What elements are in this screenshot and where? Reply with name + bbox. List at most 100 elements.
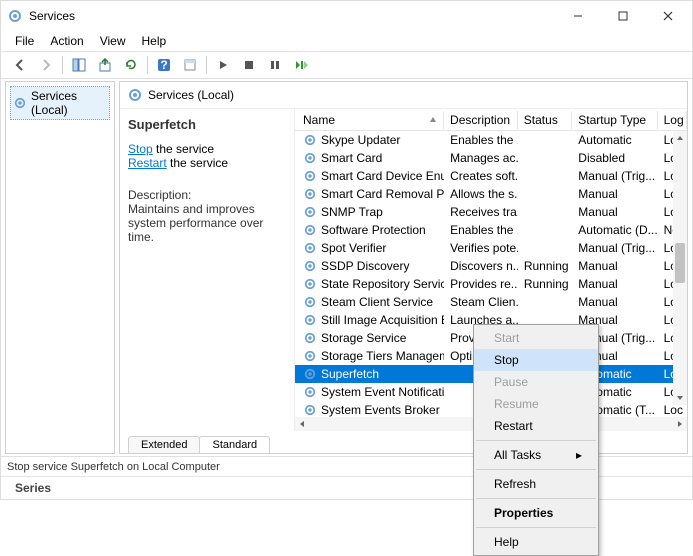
titlebar: Services: [1, 1, 692, 31]
service-row[interactable]: Smart Card Removal PolicyAllows the s...…: [295, 185, 687, 203]
service-row[interactable]: State Repository ServiceProvides re...Ru…: [295, 275, 687, 293]
col-name[interactable]: Name: [297, 111, 444, 129]
minimize-button[interactable]: [555, 2, 600, 30]
col-logon[interactable]: Log: [658, 111, 687, 129]
maximize-button[interactable]: [600, 2, 645, 30]
col-startup[interactable]: Startup Type: [572, 111, 657, 129]
cell-startup: Automatic (D...: [572, 223, 657, 237]
restart-service-link[interactable]: Restart: [128, 156, 167, 170]
show-hide-tree-button[interactable]: [67, 53, 91, 77]
gear-icon: [303, 187, 317, 201]
tree-node-services-local[interactable]: Services (Local): [10, 86, 110, 120]
cell-name: Smart Card Device Enumera...: [297, 169, 444, 183]
gear-icon: [303, 241, 317, 255]
cell-name: Still Image Acquisition Events: [297, 313, 444, 327]
scroll-track[interactable]: [673, 145, 687, 391]
ctx-restart[interactable]: Restart: [474, 415, 598, 437]
col-description[interactable]: Description: [444, 111, 518, 129]
pause-service-button[interactable]: [263, 53, 287, 77]
stop-service-link[interactable]: Stop: [128, 142, 153, 156]
ctx-stop[interactable]: Stop: [474, 349, 598, 371]
close-button[interactable]: [645, 2, 690, 30]
cell-name: Skype Updater: [297, 133, 444, 147]
ctx-properties[interactable]: Properties: [474, 502, 598, 524]
service-info-panel: Superfetch Stop the service Restart the …: [120, 109, 295, 431]
service-name: Skype Updater: [321, 133, 400, 147]
ctx-refresh[interactable]: Refresh: [474, 473, 598, 495]
menu-view[interactable]: View: [92, 32, 134, 50]
back-button[interactable]: [8, 53, 32, 77]
cell-name: Smart Card Removal Policy: [297, 187, 444, 201]
tab-extended[interactable]: Extended: [128, 436, 200, 453]
tab-standard[interactable]: Standard: [199, 436, 270, 453]
service-row[interactable]: Spot VerifierVerifies pote...Manual (Tri…: [295, 239, 687, 257]
scroll-up-icon[interactable]: [673, 131, 687, 145]
window-title: Services: [29, 9, 555, 23]
gear-icon: [303, 331, 317, 345]
start-service-button[interactable]: [211, 53, 235, 77]
cell-name: SSDP Discovery: [297, 259, 444, 273]
restart-service-button[interactable]: [289, 53, 313, 77]
refresh-button[interactable]: [119, 53, 143, 77]
view-tabs: Extended Standard: [120, 431, 687, 453]
description-text: Maintains and improves system performanc…: [128, 202, 286, 244]
cell-description: Enables the ...: [444, 133, 518, 147]
ctx-help[interactable]: Help: [474, 531, 598, 553]
service-row[interactable]: Smart Card Device Enumera...Creates soft…: [295, 167, 687, 185]
cell-description: Manages ac...: [444, 151, 518, 165]
column-headers: Name Description Status Startup Type Log: [295, 109, 687, 131]
service-row[interactable]: Software ProtectionEnables the ...Automa…: [295, 221, 687, 239]
submenu-arrow-icon: ▸: [576, 448, 582, 462]
vertical-scrollbar[interactable]: [673, 131, 687, 405]
service-row[interactable]: SSDP DiscoveryDiscovers n...RunningManua…: [295, 257, 687, 275]
ctx-resume: Resume: [474, 393, 598, 415]
properties-button[interactable]: [178, 53, 202, 77]
description-label: Description:: [128, 188, 286, 202]
ctx-separator: [476, 440, 596, 441]
scroll-right-icon[interactable]: [673, 420, 687, 428]
help-button[interactable]: ?: [152, 53, 176, 77]
context-menu: Start Stop Pause Resume Restart All Task…: [473, 324, 599, 556]
cell-description: Enables the ...: [444, 223, 518, 237]
forward-button[interactable]: [34, 53, 58, 77]
gear-icon: [303, 385, 317, 399]
col-status[interactable]: Status: [518, 111, 572, 129]
details-header-title: Services (Local): [148, 88, 234, 102]
cell-description: Creates soft...: [444, 169, 518, 183]
service-name-heading: Superfetch: [128, 117, 286, 132]
col-name-label: Name: [303, 113, 335, 127]
gear-icon: [303, 349, 317, 363]
cell-name: Steam Client Service: [297, 295, 444, 309]
cell-startup: Manual: [572, 259, 657, 273]
service-name: Spot Verifier: [321, 241, 386, 255]
ctx-all-tasks[interactable]: All Tasks▸: [474, 444, 598, 466]
sort-asc-icon: [429, 116, 437, 124]
gear-icon: [303, 205, 317, 219]
service-name: State Repository Service: [321, 277, 444, 291]
service-row[interactable]: SNMP TrapReceives tra...ManualLoc: [295, 203, 687, 221]
cell-logon: Loc: [658, 403, 687, 417]
stop-service-text: the service: [153, 142, 214, 156]
service-name: Storage Service: [321, 331, 406, 345]
toolbar: ?: [1, 51, 692, 79]
stop-service-button[interactable]: [237, 53, 261, 77]
scroll-thumb[interactable]: [675, 243, 685, 283]
cell-name: Storage Tiers Management: [297, 349, 444, 363]
app-icon: [7, 8, 23, 24]
cell-startup: Automatic: [572, 133, 657, 147]
service-row[interactable]: Skype UpdaterEnables the ...AutomaticLoc: [295, 131, 687, 149]
service-actions: Stop the service Restart the service: [128, 142, 286, 170]
scroll-down-icon[interactable]: [673, 391, 687, 405]
menu-file[interactable]: File: [7, 32, 42, 50]
scroll-left-icon[interactable]: [295, 420, 309, 428]
export-list-button[interactable]: [93, 53, 117, 77]
toolbar-separator: [62, 56, 63, 74]
cell-name: Superfetch: [297, 367, 444, 381]
service-row[interactable]: Steam Client ServiceSteam Clien...Manual…: [295, 293, 687, 311]
service-row[interactable]: Smart CardManages ac...DisabledLoc: [295, 149, 687, 167]
details-pane: Services (Local) Superfetch Stop the ser…: [119, 81, 688, 454]
menu-action[interactable]: Action: [42, 32, 91, 50]
gear-icon: [303, 133, 317, 147]
menu-help[interactable]: Help: [134, 32, 175, 50]
cell-description: Allows the s...: [444, 187, 518, 201]
